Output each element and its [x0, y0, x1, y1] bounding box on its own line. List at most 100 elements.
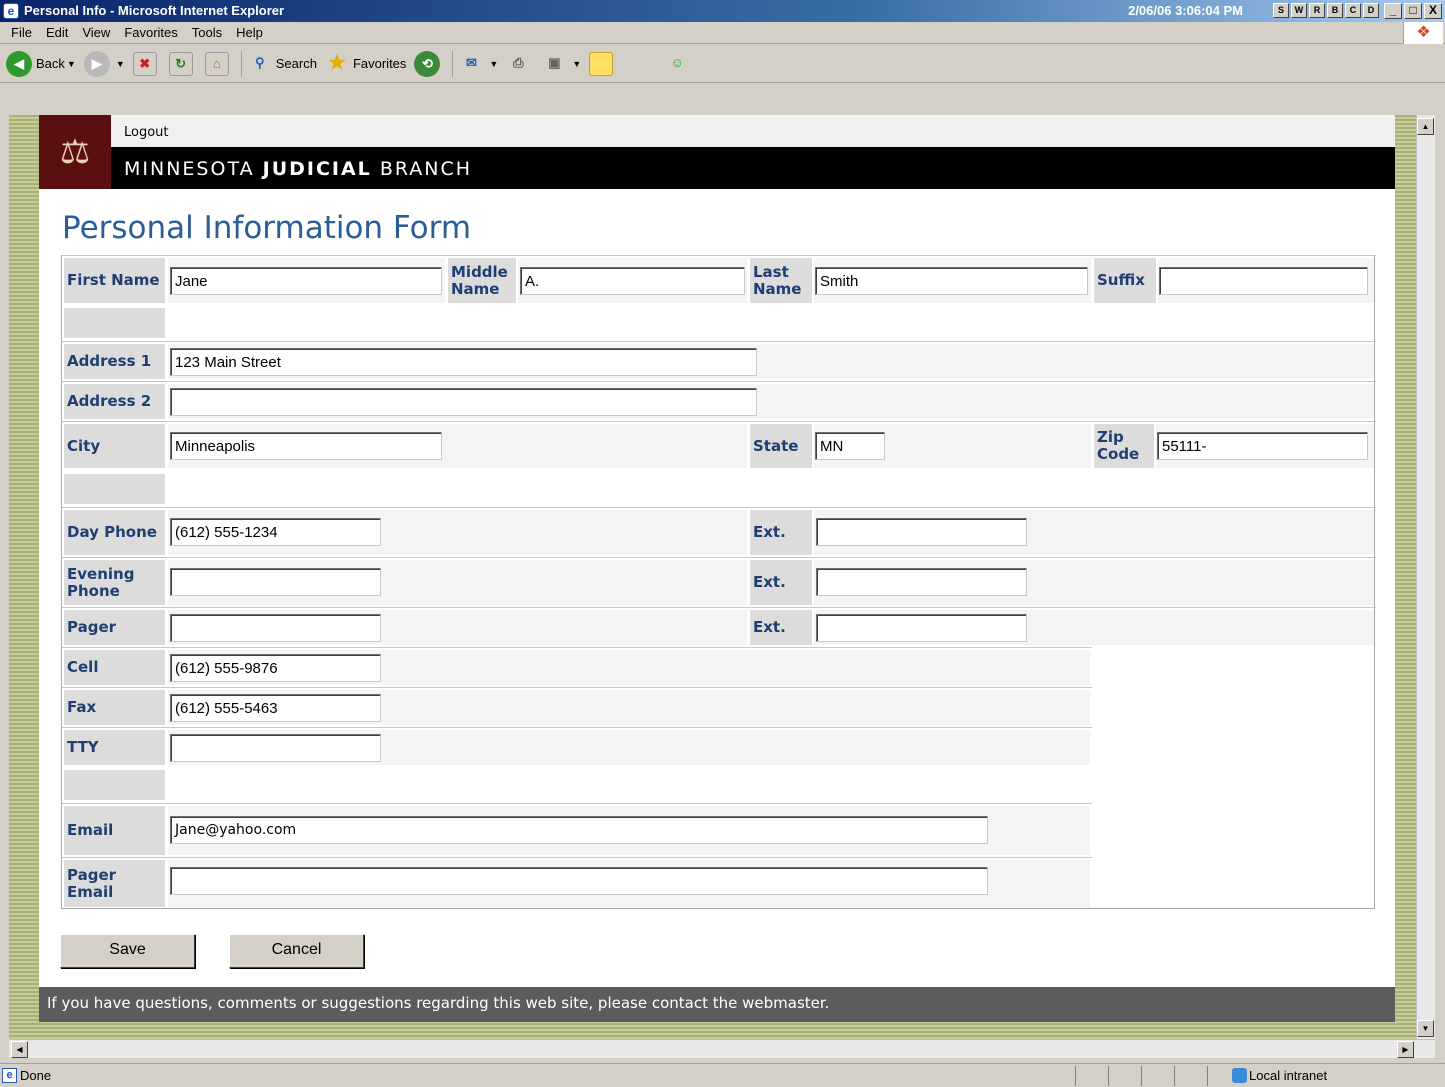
search-button[interactable]: ⚲ Search — [248, 52, 317, 76]
brand-word-3: BRANCH — [379, 158, 473, 180]
tray-button-r[interactable]: R — [1309, 3, 1325, 18]
browser-viewport: Logout MINNESOTA JUDICIAL BRANCH ⚖ Perso… — [9, 115, 1417, 1039]
forward-button[interactable]: ▶ ▼ — [83, 50, 125, 77]
pager-email-input[interactable] — [170, 867, 988, 895]
section-spacer — [64, 308, 165, 338]
back-label: Back — [36, 56, 65, 71]
menu-edit[interactable]: Edit — [39, 25, 75, 40]
mail-button[interactable]: ✉ ▼ — [459, 52, 498, 76]
edit-page-icon: ▣ — [548, 54, 561, 70]
web-page: Logout MINNESOTA JUDICIAL BRANCH ⚖ Perso… — [39, 115, 1395, 1022]
form-row-pager-email: Pager Email — [62, 857, 1092, 909]
evening-phone-input[interactable] — [170, 568, 381, 596]
refresh-button[interactable]: ↻ — [168, 51, 197, 76]
form-row-day-phone: Day Phone (612) 555-1234 Ext. — [62, 507, 1376, 557]
favorites-button[interactable]: ★ Favorites — [325, 52, 406, 76]
window-controls: _ □ X — [1384, 3, 1442, 19]
menu-file[interactable]: File — [4, 25, 39, 40]
address2-input[interactable] — [170, 388, 757, 416]
label-tty: TTY — [64, 730, 165, 765]
chevron-down-icon: ▼ — [115, 58, 125, 69]
tray-button-c[interactable]: C — [1345, 3, 1361, 18]
middle-name-input[interactable]: A. — [520, 267, 745, 295]
edit-button[interactable]: ▣ ▼ — [542, 52, 581, 76]
last-name-input[interactable]: Smith — [815, 267, 1088, 295]
form-row-pager: Pager Ext. — [62, 607, 1376, 647]
zip-code-input[interactable]: 55111- — [1157, 432, 1368, 460]
home-button[interactable]: ⌂ — [204, 51, 233, 76]
star-icon: ★ — [327, 51, 346, 74]
label-zip-code: Zip Code — [1094, 424, 1154, 468]
label-evening-ext: Ext. — [750, 560, 812, 605]
tray-button-w[interactable]: W — [1291, 3, 1307, 18]
label-suffix: Suffix — [1094, 258, 1156, 303]
suffix-input[interactable] — [1159, 267, 1368, 295]
window-titlebar: e Personal Info - Microsoft Internet Exp… — [0, 0, 1445, 22]
horizontal-scrollbar[interactable]: ◀ ▶ — [9, 1039, 1435, 1058]
save-button[interactable]: Save — [60, 934, 195, 968]
stop-button[interactable]: ✖ — [132, 51, 161, 76]
menu-help[interactable]: Help — [229, 25, 270, 40]
cancel-button[interactable]: Cancel — [229, 934, 364, 968]
window-title: Personal Info - Microsoft Internet Explo… — [24, 3, 285, 18]
day-phone-input[interactable]: (612) 555-1234 — [170, 518, 381, 546]
cell-phone-input[interactable]: (612) 555-9876 — [170, 654, 381, 682]
first-name-input[interactable]: Jane — [170, 267, 442, 295]
address1-input[interactable]: 123 Main Street — [170, 348, 757, 376]
state-input[interactable]: MN — [815, 432, 885, 460]
pager-input[interactable] — [170, 614, 381, 642]
logout-link[interactable]: Logout — [124, 125, 169, 140]
fax-input[interactable]: (612) 555-5463 — [170, 694, 381, 722]
tty-input[interactable] — [170, 734, 381, 762]
chevron-down-icon: ▼ — [66, 58, 76, 69]
vertical-scrollbar[interactable]: ▲ ▼ — [1416, 115, 1435, 1039]
status-text: Done — [20, 1068, 52, 1083]
close-button[interactable]: X — [1424, 3, 1442, 19]
label-state: State — [750, 424, 812, 468]
tray-button-b[interactable]: B — [1327, 3, 1343, 18]
note-button[interactable] — [589, 51, 617, 76]
label-evening-phone: Evening Phone — [64, 560, 165, 605]
search-label: Search — [275, 56, 317, 71]
label-email: Email — [64, 806, 165, 855]
browser-toolbar: ◀ Back ▼ ▶ ▼ ✖ ↻ ⌂ ⚲ Search ★ Favorites … — [0, 45, 1445, 83]
brand-word-1: MINNESOTA — [124, 158, 255, 180]
note-icon — [589, 51, 614, 76]
label-address2: Address 2 — [64, 384, 165, 419]
stop-icon: ✖ — [132, 51, 157, 76]
personal-info-form: First Name Jane Middle Name A. Last Name… — [61, 255, 1376, 909]
scroll-down-icon[interactable]: ▼ — [1417, 1020, 1434, 1037]
scroll-left-icon[interactable]: ◀ — [11, 1041, 28, 1058]
menu-tools[interactable]: Tools — [185, 25, 229, 40]
label-address1: Address 1 — [64, 344, 165, 379]
evening-ext-input[interactable] — [816, 568, 1027, 596]
scroll-up-icon[interactable]: ▲ — [1417, 118, 1434, 135]
menu-view[interactable]: View — [75, 25, 117, 40]
email-input[interactable]: Jane@yahoo.com — [170, 816, 988, 844]
city-input[interactable]: Minneapolis — [170, 432, 442, 460]
maximize-button[interactable]: □ — [1404, 3, 1422, 19]
menu-favorites[interactable]: Favorites — [117, 25, 184, 40]
section-spacer — [64, 770, 165, 800]
tray-button-s[interactable]: S — [1273, 3, 1289, 18]
form-row-address2: Address 2 — [62, 381, 1376, 421]
label-pager-email: Pager Email — [64, 860, 165, 907]
pager-ext-input[interactable] — [816, 614, 1027, 642]
site-brand: MINNESOTA JUDICIAL BRANCH — [124, 158, 472, 180]
print-button[interactable]: ⎙ — [506, 52, 534, 76]
form-row-evening-phone: Evening Phone Ext. — [62, 557, 1376, 607]
day-ext-input[interactable] — [816, 518, 1027, 546]
minimize-button[interactable]: _ — [1384, 3, 1402, 19]
back-button[interactable]: ◀ Back ▼ — [6, 50, 76, 77]
printer-icon: ⎙ — [513, 54, 524, 70]
scroll-right-icon[interactable]: ▶ — [1397, 1041, 1414, 1058]
tray-button-d[interactable]: D — [1363, 3, 1379, 18]
form-row-tty: TTY — [62, 727, 1092, 767]
history-button[interactable]: ⟲ — [414, 50, 444, 77]
label-day-ext: Ext. — [750, 510, 812, 555]
status-pane — [1108, 1066, 1138, 1086]
status-pane — [1174, 1066, 1204, 1086]
back-arrow-icon: ◀ — [6, 50, 32, 77]
messenger-button[interactable]: ☺ — [665, 52, 693, 76]
form-row-city: City Minneapolis State MN Zip Code 55111… — [62, 421, 1376, 470]
